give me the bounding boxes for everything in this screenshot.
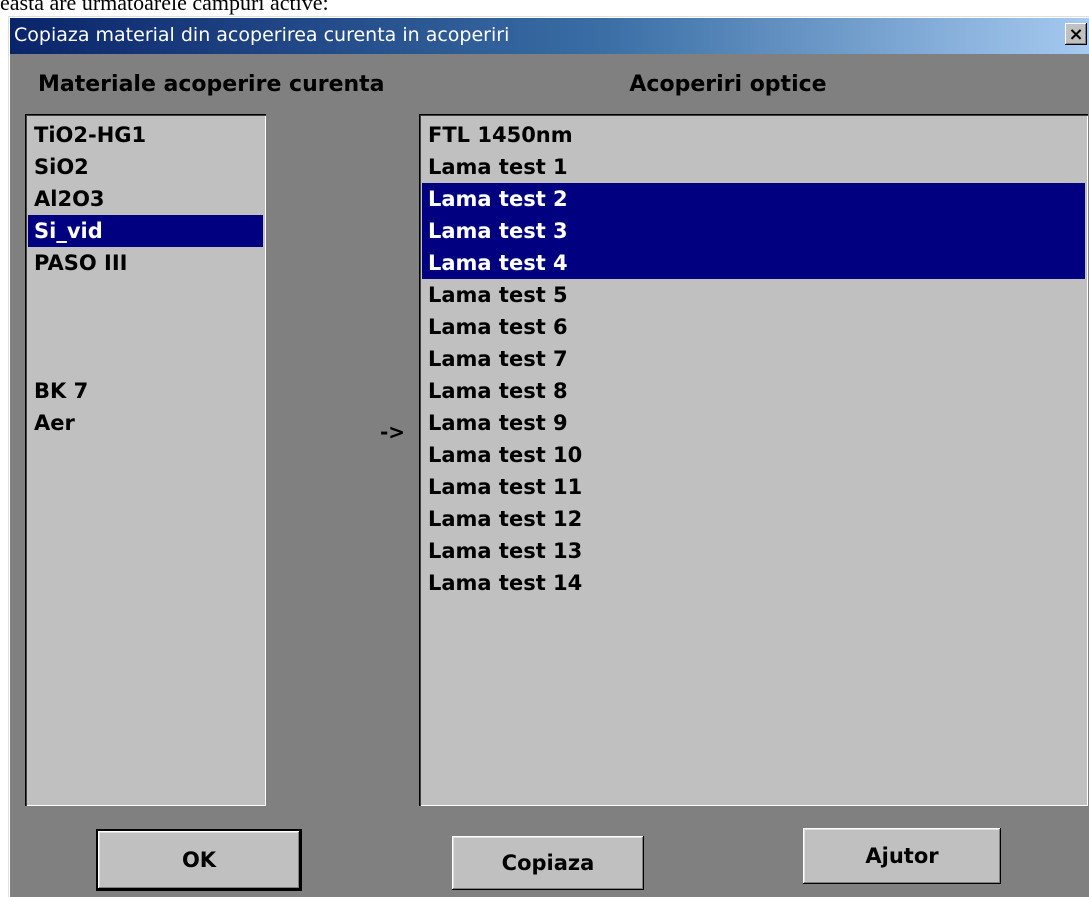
list-item[interactable]: Lama test 4 (422, 247, 1085, 279)
close-button[interactable]: × (1065, 23, 1087, 45)
optical-coatings-label: Acoperiri optice (629, 72, 827, 97)
list-item[interactable]: Lama test 10 (422, 439, 1085, 471)
list-item[interactable]: PASO III (28, 247, 263, 279)
list-item[interactable]: Lama test 5 (422, 279, 1085, 311)
list-item[interactable]: FTL 1450nm (422, 119, 1085, 151)
optical-coatings-listbox[interactable]: FTL 1450nm Lama test 1 Lama test 2 Lama tes… (419, 114, 1088, 806)
list-item[interactable]: Lama test 1 (422, 151, 1085, 183)
title-bar[interactable]: Copiaza material din acoperirea curenta … (10, 18, 1089, 54)
list-item[interactable]: Lama test 9 (422, 407, 1085, 439)
list-item[interactable]: Si_vid (28, 215, 263, 247)
window-title: Copiaza material din acoperirea curenta … (14, 24, 510, 46)
list-item[interactable]: Aer (28, 407, 263, 439)
list-item[interactable]: Lama test 6 (422, 311, 1085, 343)
list-item[interactable]: Al2O3 (28, 183, 263, 215)
current-materials-listbox[interactable]: TiO2-HG1 SiO2 Al2O3 Si_vid PASO III BK 7 Aer (25, 114, 266, 806)
list-item[interactable]: Lama test 12 (422, 503, 1085, 535)
current-materials-label: Materiale acoperire curenta (38, 72, 385, 97)
list-item[interactable]: TiO2-HG1 (28, 119, 263, 151)
list-item[interactable]: Lama test 14 (422, 567, 1085, 599)
close-icon: × (1068, 23, 1084, 45)
list-item[interactable]: Lama test 2 (422, 183, 1085, 215)
document-text-fragment: easta are urmatoarele campuri active: (0, 0, 329, 15)
list-item[interactable]: Lama test 3 (422, 215, 1085, 247)
list-item[interactable] (28, 311, 263, 343)
list-item[interactable]: Lama test 8 (422, 375, 1085, 407)
list-item[interactable]: BK 7 (28, 375, 263, 407)
list-item[interactable]: Lama test 7 (422, 343, 1085, 375)
copy-button[interactable]: Copiaza (452, 836, 644, 890)
arrow-indicator: -> (380, 420, 406, 444)
ok-button[interactable]: OK (98, 831, 300, 889)
optical-coatings-items: FTL 1450nm Lama test 1 Lama test 2 Lama tes… (422, 119, 1085, 599)
list-item[interactable] (28, 343, 263, 375)
list-item[interactable] (28, 279, 263, 311)
copy-material-dialog: Copiaza material din acoperirea curenta … (8, 16, 1089, 897)
list-item[interactable]: SiO2 (28, 151, 263, 183)
current-materials-items: TiO2-HG1 SiO2 Al2O3 Si_vid PASO III BK 7 Aer (28, 119, 263, 439)
list-item[interactable]: Lama test 13 (422, 535, 1085, 567)
help-button[interactable]: Ajutor (803, 828, 1001, 884)
list-item[interactable]: Lama test 11 (422, 471, 1085, 503)
